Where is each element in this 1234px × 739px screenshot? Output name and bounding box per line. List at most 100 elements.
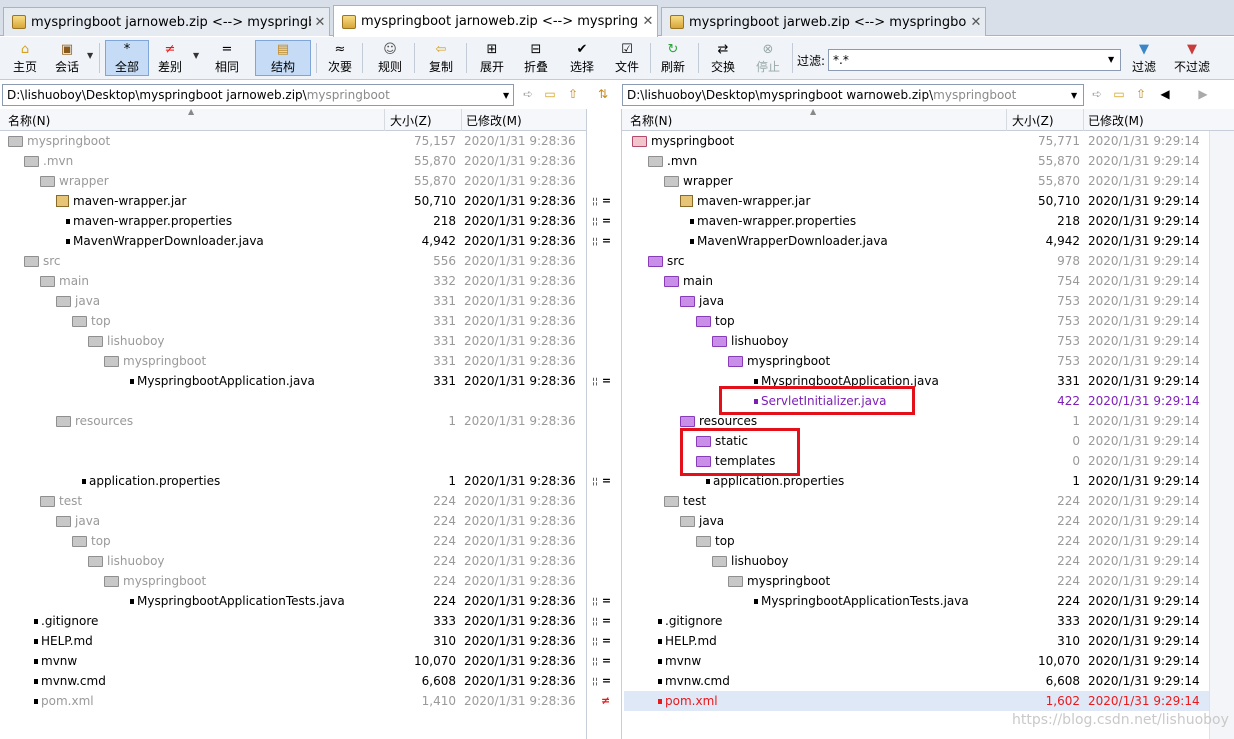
tree-item[interactable]: java: [680, 514, 724, 528]
tree-item[interactable]: src: [24, 254, 61, 268]
select-button[interactable]: ✔ 选择: [564, 40, 600, 76]
tree-row[interactable]: test 224 2020/1/31 9:29:14: [624, 491, 1209, 511]
tree-row[interactable]: java 753 2020/1/31 9:29:14: [624, 291, 1209, 311]
name-column-header[interactable]: 名称(N): [8, 112, 50, 129]
tree-item[interactable]: wrapper: [40, 174, 109, 188]
tree-row[interactable]: java 331 2020/1/31 9:28:36: [0, 291, 586, 311]
tree-row[interactable]: lishuoboy 753 2020/1/31 9:29:14: [624, 331, 1209, 351]
tree-item[interactable]: pom.xml: [658, 694, 718, 708]
tree-item[interactable]: myspringboot: [728, 354, 830, 368]
collapse-button[interactable]: ⊟ 折叠: [518, 40, 554, 76]
name-column-header[interactable]: 名称(N): [630, 112, 672, 129]
tab-session-1[interactable]: myspringboot jarnoweb.zip <--> myspringb…: [3, 7, 330, 36]
rules-button[interactable]: ☺ 规则: [371, 40, 409, 76]
tree-item[interactable]: top: [72, 534, 111, 548]
tree-row[interactable]: wrapper 55,870 2020/1/31 9:29:14: [624, 171, 1209, 191]
tree-row[interactable]: .mvn 55,870 2020/1/31 9:29:14: [624, 151, 1209, 171]
tree-item[interactable]: lishuoboy: [88, 554, 165, 568]
tree-item[interactable]: myspringboot: [104, 354, 206, 368]
tree-item[interactable]: main: [664, 274, 713, 288]
tree-row[interactable]: src 556 2020/1/31 9:28:36: [0, 251, 586, 271]
tree-row[interactable]: lishuoboy 224 2020/1/31 9:29:14: [624, 551, 1209, 571]
tree-item[interactable]: top: [696, 534, 735, 548]
vertical-scrollbar[interactable]: [1209, 131, 1234, 739]
column-divider[interactable]: [384, 109, 385, 131]
tree-row[interactable]: src 978 2020/1/31 9:29:14: [624, 251, 1209, 271]
modified-column-header[interactable]: 已修改(M): [466, 112, 522, 129]
tree-item[interactable]: maven-wrapper.properties: [690, 214, 856, 228]
tab-session-2[interactable]: myspringboot jarnoweb.zip <--> myspringb…: [333, 5, 658, 37]
tree-row[interactable]: java 224 2020/1/31 9:29:14: [624, 511, 1209, 531]
tree-row[interactable]: .gitignore 333 2020/1/31 9:28:36: [0, 611, 586, 631]
back-icon[interactable]: ◀: [1156, 85, 1174, 103]
swap-button[interactable]: ⇄ 交换: [705, 40, 741, 76]
tree-item[interactable]: myspringboot: [728, 574, 830, 588]
tree-item[interactable]: test: [40, 494, 82, 508]
copy-button[interactable]: ⇦ 复制: [422, 40, 460, 76]
tree-item[interactable]: MyspringbootApplication.java: [130, 374, 315, 388]
modified-column-header[interactable]: 已修改(M): [1088, 112, 1144, 129]
tree-row[interactable]: maven-wrapper.jar 50,710 2020/1/31 9:28:36: [0, 191, 586, 211]
tree-item[interactable]: main: [40, 274, 89, 288]
browse-icon[interactable]: ➪: [1088, 85, 1106, 103]
tree-item[interactable]: .mvn: [648, 154, 697, 168]
tree-item[interactable]: maven-wrapper.jar: [680, 194, 810, 208]
structure-button[interactable]: ▤ 结构: [255, 40, 311, 76]
tree-row[interactable]: wrapper 55,870 2020/1/31 9:28:36: [0, 171, 586, 191]
tree-row[interactable]: [0, 431, 586, 451]
chevron-down-icon[interactable]: ▼: [193, 51, 199, 60]
tree-row[interactable]: top 224 2020/1/31 9:28:36: [0, 531, 586, 551]
tree-item[interactable]: .gitignore: [658, 614, 722, 628]
files-button[interactable]: ☑ 文件: [609, 40, 645, 76]
minor-button[interactable]: ≈ 次要: [322, 40, 358, 76]
tree-row[interactable]: MavenWrapperDownloader.java 4,942 2020/1/3…: [624, 231, 1209, 251]
tree-item[interactable]: MyspringbootApplicationTests.java: [130, 594, 345, 608]
tree-item[interactable]: myspringboot: [632, 134, 734, 148]
tree-item[interactable]: mvnw: [658, 654, 701, 668]
tree-row[interactable]: MyspringbootApplication.java 331 2020/1/31…: [0, 371, 586, 391]
session-button[interactable]: ▣ 会话: [49, 40, 85, 76]
tree-item[interactable]: MyspringbootApplicationTests.java: [754, 594, 969, 608]
tree-item[interactable]: application.properties: [706, 474, 844, 488]
expand-button[interactable]: ⊞ 展开: [474, 40, 510, 76]
tree-row[interactable]: mvnw.cmd 6,608 2020/1/31 9:29:14: [624, 671, 1209, 691]
tree-row[interactable]: .gitignore 333 2020/1/31 9:29:14: [624, 611, 1209, 631]
tree-row[interactable]: maven-wrapper.jar 50,710 2020/1/31 9:29:14: [624, 191, 1209, 211]
same-button[interactable]: = 相同: [208, 40, 246, 76]
diffs-button[interactable]: ≠ 差别: [152, 40, 188, 76]
tree-item[interactable]: HELP.md: [658, 634, 717, 648]
left-path-field[interactable]: D:\lishuoboy\Desktop\myspringboot jarnow…: [2, 84, 514, 106]
filter-input[interactable]: [828, 49, 1121, 71]
tree-row[interactable]: java 224 2020/1/31 9:28:36: [0, 511, 586, 531]
tree-item[interactable]: java: [56, 294, 100, 308]
tree-row[interactable]: myspringboot 224 2020/1/31 9:29:14: [624, 571, 1209, 591]
tree-item[interactable]: mvnw.cmd: [658, 674, 730, 688]
tree-row[interactable]: pom.xml 1,602 2020/1/31 9:29:14: [624, 691, 1209, 711]
tree-item[interactable]: test: [664, 494, 706, 508]
tree-item[interactable]: maven-wrapper.properties: [66, 214, 232, 228]
tree-item[interactable]: top: [696, 314, 735, 328]
folder-open-icon[interactable]: ▭: [1110, 85, 1128, 103]
folder-open-icon[interactable]: ▭: [541, 85, 559, 103]
tree-row[interactable]: myspringboot 224 2020/1/31 9:28:36: [0, 571, 586, 591]
tree-item[interactable]: lishuoboy: [88, 334, 165, 348]
column-divider[interactable]: [1083, 109, 1084, 131]
size-column-header[interactable]: 大小(Z): [390, 112, 432, 129]
tree-row[interactable]: pom.xml 1,410 2020/1/31 9:28:36: [0, 691, 586, 711]
tree-row[interactable]: ServletInitializer.java 422 2020/1/31 9:29…: [624, 391, 1209, 411]
chevron-down-icon[interactable]: ▼: [1071, 91, 1077, 100]
tree-item[interactable]: maven-wrapper.jar: [56, 194, 186, 208]
tree-item[interactable]: java: [680, 294, 724, 308]
tree-row[interactable]: myspringboot 331 2020/1/31 9:28:36: [0, 351, 586, 371]
size-column-header[interactable]: 大小(Z): [1012, 112, 1054, 129]
tree-item[interactable]: MavenWrapperDownloader.java: [690, 234, 888, 248]
close-icon[interactable]: ✕: [311, 15, 329, 30]
tree-row[interactable]: .mvn 55,870 2020/1/31 9:28:36: [0, 151, 586, 171]
forward-icon[interactable]: ▶: [1194, 85, 1212, 103]
tree-row[interactable]: HELP.md 310 2020/1/31 9:29:14: [624, 631, 1209, 651]
all-button[interactable]: * 全部: [105, 40, 149, 76]
tree-row[interactable]: lishuoboy 224 2020/1/31 9:28:36: [0, 551, 586, 571]
tree-row[interactable]: mvnw 10,070 2020/1/31 9:28:36: [0, 651, 586, 671]
close-icon[interactable]: ✕: [639, 14, 657, 29]
tree-row[interactable]: resources 1 2020/1/31 9:28:36: [0, 411, 586, 431]
